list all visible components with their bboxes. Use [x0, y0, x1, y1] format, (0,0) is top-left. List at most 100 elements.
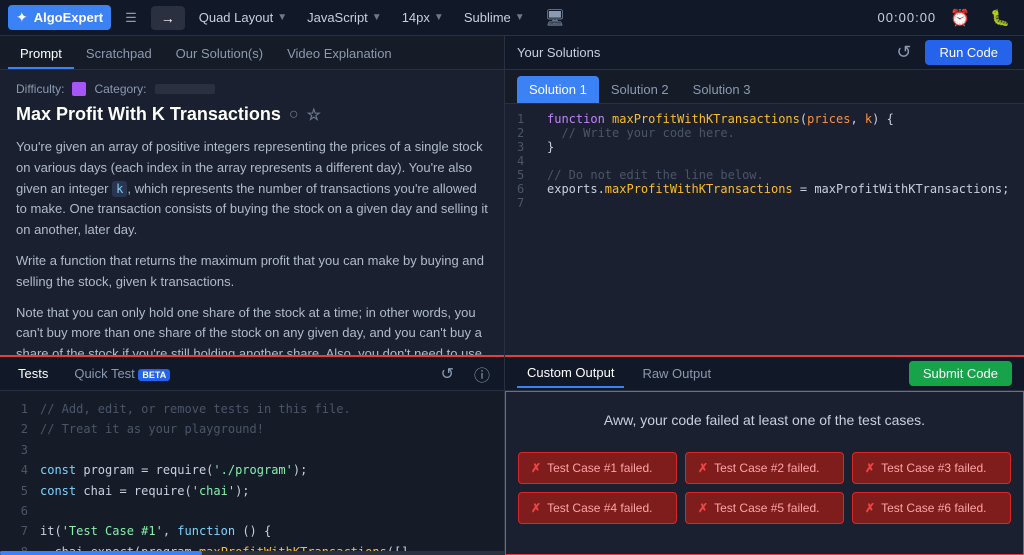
test-code-line-1: 1 // Add, edit, or remove tests in this …: [12, 399, 492, 419]
test-code-line-5: 5 const chai = require('chai');: [12, 481, 492, 501]
tab-solution-2[interactable]: Solution 2: [599, 76, 681, 103]
logo[interactable]: ✦ AlgoExpert: [8, 5, 111, 30]
bug-icon-btn[interactable]: 🐛: [984, 6, 1016, 30]
font-caret: ▼: [434, 12, 444, 23]
arrow-btn[interactable]: →: [151, 6, 185, 30]
x-icon-4: ✗: [531, 501, 541, 515]
reset-tests-btn[interactable]: ↺: [435, 360, 460, 388]
tab-solution-1[interactable]: Solution 1: [517, 76, 599, 103]
run-code-button[interactable]: Run Code: [925, 40, 1012, 65]
problem-desc-2: Write a function that returns the maximu…: [16, 251, 488, 293]
sol-line-2: 2 // Write your code here.: [517, 126, 1012, 140]
main-layout: Prompt Scratchpad Our Solution(s) Video …: [0, 36, 1024, 555]
language-caret: ▼: [372, 12, 382, 23]
sol-line-1: 1 function maxProfitWithKTransactions(pr…: [517, 112, 1012, 126]
output-content: Aww, your code failed at least one of th…: [505, 391, 1024, 555]
language-label: JavaScript: [307, 10, 368, 25]
sol-line-6: 6 exports.maxProfitWithKTransactions = m…: [517, 182, 1012, 196]
output-tab-bar: Custom Output Raw Output Submit Code: [505, 357, 1024, 391]
test-case-3[interactable]: ✗ Test Case #3 failed.: [852, 452, 1011, 484]
tab-raw-output[interactable]: Raw Output: [632, 360, 721, 387]
reset-code-btn[interactable]: ↺: [890, 40, 917, 65]
test-cases-grid: ✗ Test Case #1 failed. ✗ Test Case #2 fa…: [518, 452, 1011, 524]
timer: 00:00:00: [878, 10, 937, 25]
difficulty-badge: [72, 82, 86, 96]
test-case-6[interactable]: ✗ Test Case #6 failed.: [852, 492, 1011, 524]
alarm-icon-btn[interactable]: ⏰: [944, 6, 976, 30]
test-code-line-3: 3: [12, 440, 492, 460]
font-dropdown[interactable]: 14px ▼: [396, 6, 450, 29]
problem-desc-3: Note that you can only hold one share of…: [16, 303, 488, 355]
scroll-thumb: [0, 551, 202, 555]
test-case-6-label: Test Case #6 failed.: [881, 501, 986, 515]
x-icon-2: ✗: [698, 461, 708, 475]
test-case-2-label: Test Case #2 failed.: [714, 461, 819, 475]
difficulty-label: Difficulty:: [16, 82, 64, 96]
circle-icon[interactable]: ○: [289, 106, 299, 124]
font-label: 14px: [402, 10, 430, 25]
monitor-icon: 🖥: [545, 10, 565, 27]
right-panel: Your Solutions ↺ Run Code Solution 1 Sol…: [505, 36, 1024, 555]
info-tests-btn[interactable]: ⓘ: [468, 360, 496, 388]
editor-dropdown[interactable]: Sublime ▼: [458, 6, 531, 29]
tab-prompt[interactable]: Prompt: [8, 40, 74, 69]
sol-line-4: 4: [517, 154, 1012, 168]
tab-scratchpad[interactable]: Scratchpad: [74, 40, 164, 69]
tab-video[interactable]: Video Explanation: [275, 40, 404, 69]
test-code-editor[interactable]: 1 // Add, edit, or remove tests in this …: [0, 391, 504, 551]
star-icon[interactable]: ☆: [307, 105, 321, 125]
tab-solution-3[interactable]: Solution 3: [681, 76, 763, 103]
monitor-icon-btn[interactable]: 🖥: [539, 6, 571, 30]
top-nav: ✦ AlgoExpert ☰ → Quad Layout ▼ JavaScrip…: [0, 0, 1024, 36]
solution-tab-bar: Solution 1 Solution 2 Solution 3: [505, 70, 1024, 104]
solution-code-editor[interactable]: 1 function maxProfitWithKTransactions(pr…: [505, 104, 1024, 355]
alarm-icon: ⏰: [950, 10, 970, 27]
test-case-5-label: Test Case #5 failed.: [714, 501, 819, 515]
layout-caret: ▼: [277, 12, 287, 23]
arrow-icon: →: [161, 10, 175, 26]
output-panel: Custom Output Raw Output Submit Code Aww…: [505, 355, 1024, 555]
sol-line-3: 3 }: [517, 140, 1012, 154]
test-case-2[interactable]: ✗ Test Case #2 failed.: [685, 452, 844, 484]
tab-quick-test[interactable]: Quick Test BETA: [64, 360, 180, 387]
test-case-1-label: Test Case #1 failed.: [547, 461, 652, 475]
x-icon-3: ✗: [865, 461, 875, 475]
problem-desc-1: You're given an array of positive intege…: [16, 137, 488, 241]
test-code-line-6: 6: [12, 501, 492, 521]
test-case-1[interactable]: ✗ Test Case #1 failed.: [518, 452, 677, 484]
difficulty-row: Difficulty: Category:: [16, 82, 488, 96]
header-actions: ↺ Run Code: [890, 40, 1012, 65]
sol-line-5: 5 // Do not edit the line below.: [517, 168, 1012, 182]
tab-our-solution[interactable]: Our Solution(s): [164, 40, 275, 69]
test-code-line-7: 7 it('Test Case #1', function () {: [12, 521, 492, 541]
test-code-line-8: 8 chai.expect(program.maxProfitWithKTran…: [12, 542, 492, 551]
fail-message: Aww, your code failed at least one of th…: [518, 404, 1011, 436]
k-inline-code: k: [112, 181, 127, 197]
your-solutions-label: Your Solutions: [517, 45, 600, 60]
right-top: Your Solutions ↺ Run Code Solution 1 Sol…: [505, 36, 1024, 355]
sol-line-7: 7: [517, 196, 1012, 210]
horizontal-scrollbar[interactable]: [0, 551, 504, 555]
submit-code-button[interactable]: Submit Code: [909, 361, 1012, 386]
tab-custom-output[interactable]: Custom Output: [517, 359, 624, 388]
editor-caret: ▼: [515, 12, 525, 23]
logo-text: AlgoExpert: [34, 10, 103, 25]
test-case-4[interactable]: ✗ Test Case #4 failed.: [518, 492, 677, 524]
x-icon-6: ✗: [865, 501, 875, 515]
problem-title: Max Profit With K Transactions ○ ☆: [16, 104, 488, 125]
test-case-3-label: Test Case #3 failed.: [881, 461, 986, 475]
layout-label: Quad Layout: [199, 10, 273, 25]
test-case-5[interactable]: ✗ Test Case #5 failed.: [685, 492, 844, 524]
list-icon-btn[interactable]: ☰: [119, 6, 143, 30]
left-tab-bar: Prompt Scratchpad Our Solution(s) Video …: [0, 36, 504, 70]
tab-tests[interactable]: Tests: [8, 360, 58, 387]
left-panel: Prompt Scratchpad Our Solution(s) Video …: [0, 36, 505, 555]
x-icon-1: ✗: [531, 461, 541, 475]
category-label: Category:: [94, 82, 146, 96]
layout-dropdown[interactable]: Quad Layout ▼: [193, 6, 293, 29]
editor-label: Sublime: [464, 10, 511, 25]
beta-badge: BETA: [138, 369, 170, 381]
list-icon: ☰: [125, 10, 137, 26]
language-dropdown[interactable]: JavaScript ▼: [301, 6, 388, 29]
test-code-line-4: 4 const program = require('./program');: [12, 460, 492, 480]
